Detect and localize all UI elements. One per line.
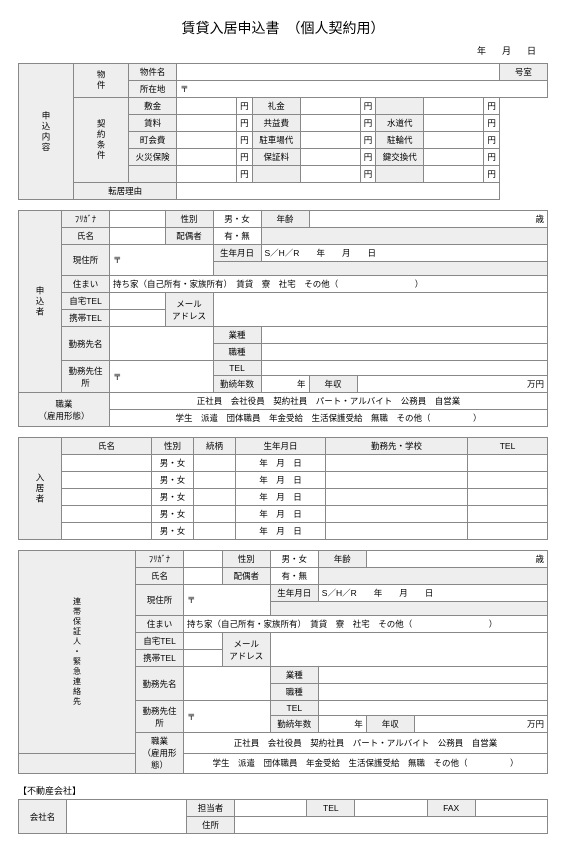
lbl-reason: 転居理由 — [74, 183, 177, 200]
lbl-htel: 自宅TEL — [62, 293, 110, 310]
field-age[interactable]: 歳 — [309, 211, 548, 228]
lbl-room: 号室 — [499, 64, 547, 81]
lbl-propname: 物件名 — [129, 64, 177, 81]
lbl-position: 職種 — [213, 344, 261, 361]
lbl-deposit: 敷金 — [129, 98, 177, 115]
lbl-housing: 住まい — [62, 276, 110, 293]
field-curr-addr[interactable]: 〒 — [110, 245, 214, 276]
page-title: 賃貸入居申込書 （個人契約用） — [18, 18, 548, 38]
field-staff[interactable] — [235, 800, 307, 817]
field-industry[interactable] — [261, 327, 548, 344]
side-guarantor: 連帯保証人・緊急連絡先 — [19, 551, 136, 754]
lbl-company: 会社名 — [19, 800, 67, 834]
lbl-gender: 性別 — [165, 211, 213, 228]
field-propname[interactable] — [177, 64, 500, 81]
field-dob[interactable]: S／H／R 年 月 日 — [261, 245, 548, 262]
field-fax[interactable] — [475, 800, 547, 817]
date-line: 年月日 — [18, 44, 548, 57]
lbl-dob: 生年月日 — [213, 245, 261, 262]
lbl-guarantee: 保証料 — [252, 149, 300, 166]
field-kana[interactable] — [110, 211, 166, 228]
field-tenure[interactable]: 年 — [261, 376, 309, 393]
resident-row: 男・女年 月 日 — [19, 489, 548, 506]
field-name[interactable] — [110, 228, 166, 245]
lbl-industry: 業種 — [213, 327, 261, 344]
lbl-addr: 所在地 — [129, 81, 177, 98]
lbl-staff: 担当者 — [187, 800, 235, 817]
lbl-aaddr: 住所 — [187, 817, 235, 834]
field-atel[interactable] — [355, 800, 427, 817]
field-addr[interactable]: 〒 — [177, 81, 548, 98]
field-aaddr[interactable] — [235, 817, 548, 834]
field-job2[interactable]: 学生 派遣 団体職員 年金受給 生活保護受給 無職 その他（ ） — [110, 410, 548, 427]
field-key[interactable] — [300, 98, 360, 115]
lbl-atel: TEL — [307, 800, 355, 817]
hdr-dob: 生年月日 — [236, 438, 326, 455]
side-terms: 契約条件 — [74, 98, 129, 183]
lbl-common: 共益費 — [252, 115, 300, 132]
lbl-town: 町会費 — [129, 132, 177, 149]
field-reason[interactable] — [177, 183, 500, 200]
field-worktel[interactable] — [261, 361, 548, 376]
hdr-name: 氏名 — [62, 438, 152, 455]
field-htel[interactable] — [110, 293, 166, 310]
hdr-tel: TEL — [468, 438, 548, 455]
side-residents: 入居者 — [19, 438, 62, 540]
field-position[interactable] — [261, 344, 548, 361]
field-income[interactable]: 万円 — [357, 376, 548, 393]
lbl-age: 年齢 — [261, 211, 309, 228]
resident-row: 男・女年 月 日 — [19, 455, 548, 472]
lbl-kana: ﾌﾘｶﾞﾅ — [62, 211, 110, 228]
lbl-mtel: 携帯TEL — [62, 310, 110, 327]
section-applicant: 申込者 ﾌﾘｶﾞﾅ 性別 男・女 年齢 歳 氏名 配偶者 有・無 現住所 〒 生… — [18, 210, 548, 427]
agency-title: 【不動産会社】 — [18, 784, 548, 797]
lbl-key: 礼金 — [252, 98, 300, 115]
field-job1[interactable]: 正社員 会社役員 契約社員 パート・アルバイト 公務員 自営業 — [110, 393, 548, 410]
field-workaddr[interactable]: 〒 — [110, 361, 214, 393]
hdr-gender: 性別 — [152, 438, 194, 455]
lbl-keyex: 鍵交換代 — [376, 149, 424, 166]
field-mail[interactable] — [213, 293, 548, 327]
lbl-fire: 火災保険 — [129, 149, 177, 166]
field-gender[interactable]: 男・女 — [213, 211, 261, 228]
lbl-fax: FAX — [427, 800, 475, 817]
lbl-rent: 賃料 — [129, 115, 177, 132]
section-residents: 入居者 氏名 性別 続柄 生年月日 勤務先・学校 TEL 男・女年 月 日 男・… — [18, 437, 548, 540]
lbl-bike: 駐輪代 — [376, 132, 424, 149]
field-deposit[interactable] — [177, 98, 237, 115]
field-spouse[interactable]: 有・無 — [213, 228, 261, 245]
resident-row: 男・女年 月 日 — [19, 523, 548, 540]
side-property: 物件 — [74, 64, 129, 98]
section-agency: 会社名 担当者 TEL FAX 住所 — [18, 799, 548, 834]
field-work[interactable] — [110, 327, 214, 361]
field-housing[interactable]: 持ち家（自己所有・家族所有） 賃貸 寮 社宅 その他（ ） — [110, 276, 548, 293]
lbl-parking: 駐車場代 — [252, 132, 300, 149]
resident-row: 男・女年 月 日 — [19, 506, 548, 523]
field-company[interactable] — [67, 800, 187, 834]
lbl-income: 年収 — [309, 376, 357, 393]
lbl-name: 氏名 — [62, 228, 110, 245]
hdr-school: 勤務先・学校 — [326, 438, 468, 455]
lbl-water: 水道代 — [376, 115, 424, 132]
lbl-workaddr: 勤務先住所 — [62, 361, 110, 393]
lbl-curr-addr: 現住所 — [62, 245, 110, 276]
lbl-worktel: TEL — [213, 361, 261, 376]
lbl-job: 職業（雇用形態） — [19, 393, 110, 427]
side-applicant: 申込者 — [19, 211, 62, 393]
lbl-work: 勤務先名 — [62, 327, 110, 361]
section-application-content: 申込内容 物件 物件名 号室 所在地 〒 契約条件 敷金 円 礼金 円 円 賃料… — [18, 63, 548, 200]
hdr-rel: 続柄 — [194, 438, 236, 455]
lbl-spouse: 配偶者 — [165, 228, 213, 245]
resident-row: 男・女年 月 日 — [19, 472, 548, 489]
side-app-content: 申込内容 — [19, 64, 74, 200]
lbl-mail: メールアドレス — [165, 293, 213, 327]
section-guarantor: 連帯保証人・緊急連絡先 ﾌﾘｶﾞﾅ 性別 男・女 年齢 歳 氏名 配偶者 有・無… — [18, 550, 548, 774]
field-mtel[interactable] — [110, 310, 166, 327]
lbl-tenure: 勤続年数 — [213, 376, 261, 393]
